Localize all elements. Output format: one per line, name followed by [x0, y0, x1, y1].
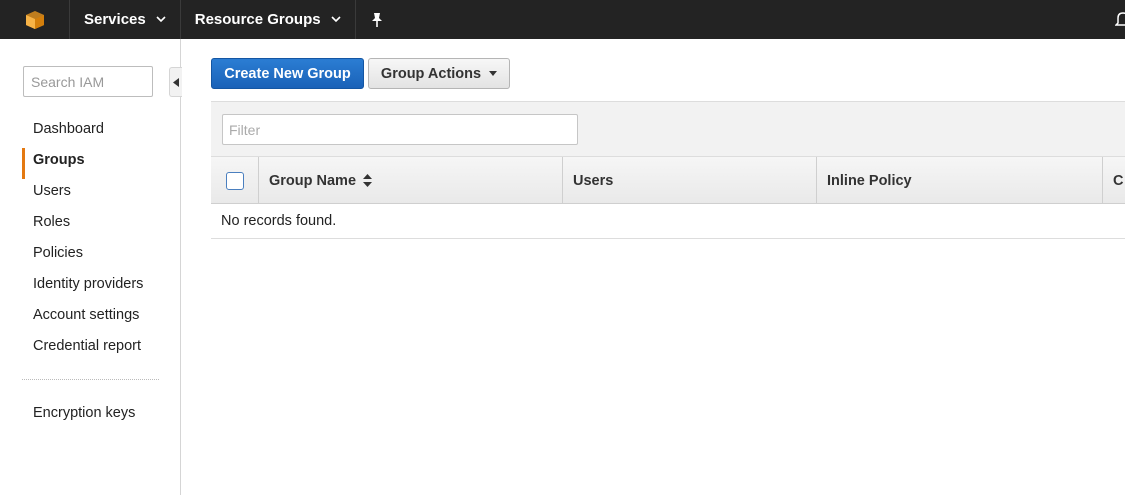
aws-cube-icon — [25, 10, 44, 29]
sidebar-item-account-settings[interactable]: Account settings — [22, 303, 172, 334]
sort-icon — [363, 174, 373, 187]
filter-bar — [211, 102, 1125, 157]
sidebar-divider — [22, 379, 159, 380]
resource-groups-menu[interactable]: Resource Groups — [181, 0, 356, 39]
select-all-checkbox[interactable] — [225, 171, 244, 190]
pin-icon — [371, 12, 382, 27]
sidebar-item-groups[interactable]: Groups — [22, 148, 172, 179]
caret-left-icon — [173, 77, 179, 87]
sidebar-item-encryption-keys[interactable]: Encryption keys — [33, 405, 135, 421]
group-actions-label: Group Actions — [380, 65, 482, 82]
bell-icon — [1114, 12, 1125, 26]
column-inline-policy[interactable]: Inline Policy — [817, 157, 1103, 204]
search-iam-input[interactable] — [23, 66, 153, 97]
sidebar-item-roles[interactable]: Roles — [22, 210, 172, 241]
chevron-down-icon — [331, 16, 341, 23]
sidebar-item-dashboard[interactable]: Dashboard — [22, 117, 172, 148]
create-new-group-button[interactable]: Create New Group — [211, 58, 364, 89]
sidebar: Dashboard Groups Users Roles Policies Id… — [0, 39, 182, 495]
groups-table-panel: Group Name Users Inline Policy C No reco… — [211, 101, 1125, 239]
sidebar-menu: Dashboard Groups Users Roles Policies Id… — [22, 117, 172, 365]
column-users[interactable]: Users — [563, 157, 817, 204]
sidebar-item-users[interactable]: Users — [22, 179, 172, 210]
sidebar-item-credential-report[interactable]: Credential report — [22, 334, 172, 365]
column-group-name[interactable]: Group Name — [259, 157, 563, 204]
pin-shortcuts-button[interactable] — [356, 0, 398, 39]
sidebar-item-identity-providers[interactable]: Identity providers — [22, 272, 172, 303]
notifications-button[interactable] — [1114, 10, 1125, 33]
services-menu[interactable]: Services — [70, 0, 181, 39]
column-header-label: Inline Policy — [827, 172, 912, 189]
select-all-cell — [211, 157, 259, 204]
services-label: Services — [84, 11, 146, 28]
aws-logo[interactable] — [0, 0, 70, 39]
caret-down-icon — [489, 71, 498, 76]
chevron-down-icon — [156, 16, 166, 23]
empty-state-message: No records found. — [211, 204, 1125, 239]
column-header-label: Group Name — [269, 172, 357, 189]
sidebar-item-policies[interactable]: Policies — [22, 241, 172, 272]
top-nav-bar: Services Resource Groups — [0, 0, 1125, 39]
filter-input[interactable] — [222, 114, 578, 145]
resource-groups-label: Resource Groups — [194, 11, 321, 28]
collapse-sidebar-button[interactable] — [169, 67, 182, 97]
group-actions-dropdown[interactable]: Group Actions — [368, 58, 510, 89]
table-header: Group Name Users Inline Policy C — [211, 157, 1125, 204]
column-creation-time[interactable]: C — [1103, 157, 1125, 204]
column-header-label: C — [1113, 172, 1124, 189]
column-header-label: Users — [573, 172, 614, 189]
